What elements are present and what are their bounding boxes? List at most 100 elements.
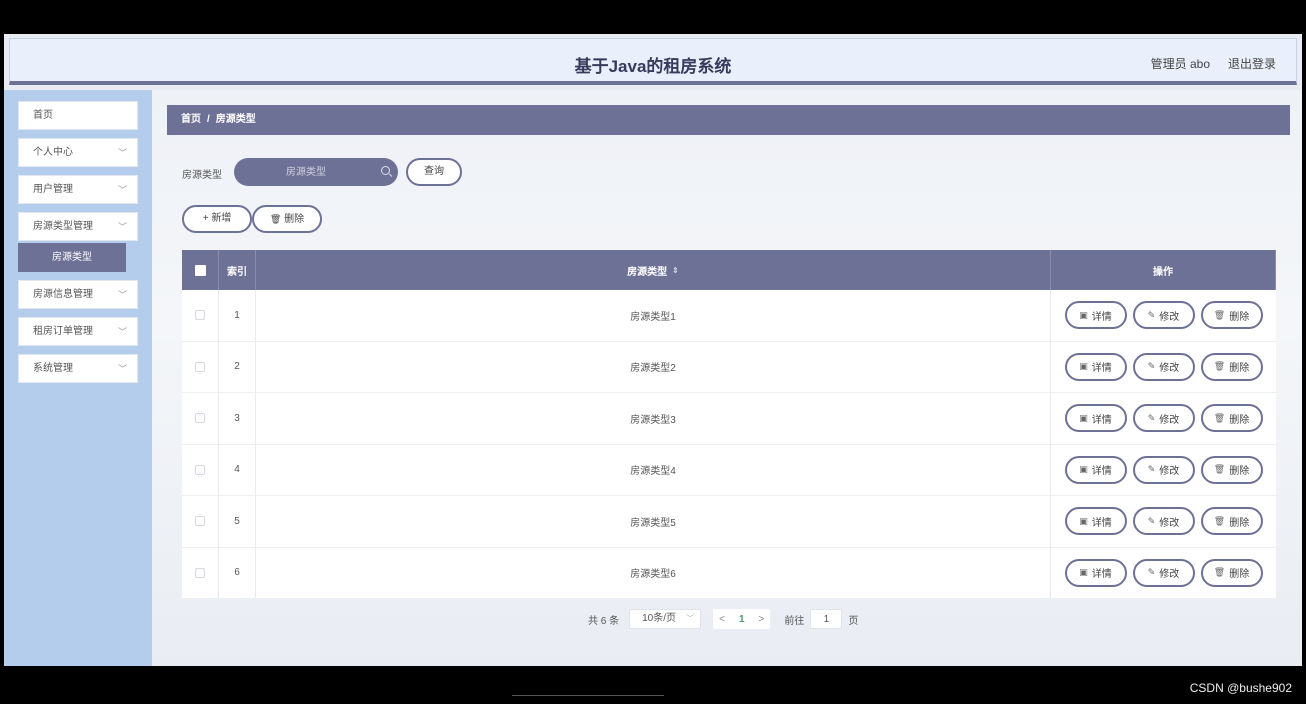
sidebar-item-personal-center[interactable]: 个人中心 ﹀ [18, 138, 138, 167]
edit-button[interactable]: ✎ 修改 [1132, 301, 1195, 330]
select-all-checkbox[interactable] [194, 264, 206, 276]
row-house-type: 房源类型3 [256, 393, 1051, 444]
row-select-cell[interactable] [182, 393, 219, 444]
trash-icon: 🗑 [1213, 361, 1226, 372]
trash-icon: 🗑 [269, 214, 282, 224]
delete-button[interactable]: 🗑 删除 [1200, 301, 1263, 330]
row-checkbox[interactable] [195, 567, 205, 578]
breadcrumb-current: 房源类型 [215, 114, 256, 125]
edit-button[interactable]: ✎ 修改 [1132, 455, 1195, 484]
delete-button[interactable]: 🗑 删除 [1200, 558, 1263, 587]
page-size-select[interactable]: 10条/页 ﹀ [629, 609, 702, 629]
detail-button[interactable]: ▣ 详情 [1064, 352, 1127, 381]
edit-label: 修改 [1159, 517, 1180, 529]
current-user-label: 管理员 abo [1150, 57, 1210, 71]
delete-label: 删除 [1229, 363, 1250, 375]
row-select-cell[interactable] [182, 496, 219, 547]
sidebar-item-label: 租房订单管理 [33, 326, 93, 337]
bulk-delete-button[interactable]: 🗑 删除 [252, 205, 322, 233]
row-select-cell[interactable] [182, 290, 219, 341]
search-icon[interactable] [381, 166, 390, 175]
sidebar-item-house-type-management[interactable]: 房源类型管理 ﹀ [18, 212, 138, 241]
edit-button[interactable]: ✎ 修改 [1132, 404, 1195, 433]
column-header-type[interactable]: 房源类型 ⇕ [256, 250, 1051, 290]
add-button-label: 新增 [211, 213, 232, 224]
detail-button[interactable]: ▣ 详情 [1064, 301, 1127, 330]
edit-button[interactable]: ✎ 修改 [1132, 558, 1195, 587]
detail-button[interactable]: ▣ 详情 [1064, 455, 1127, 484]
delete-button[interactable]: 🗑 删除 [1200, 352, 1263, 381]
delete-button[interactable]: 🗑 删除 [1200, 455, 1263, 484]
pager: < 1 > [713, 609, 771, 629]
row-checkbox[interactable] [195, 516, 205, 527]
chevron-down-icon: ﹀ [117, 364, 127, 374]
row-select-cell[interactable] [182, 547, 219, 598]
app-screen: 基于Java的租房系统 管理员 abo 退出登录 首页 个人中心 ﹀ 用户管理 ﹀ … [4, 34, 1302, 666]
row-actions: ▣ 详情 ✎ 修改 🗑 删除 [1051, 393, 1276, 444]
chevron-down-icon: ﹀ [117, 290, 127, 300]
row-checkbox[interactable] [195, 361, 205, 372]
sidebar-item-house-info-management[interactable]: 房源信息管理 ﹀ [18, 280, 138, 309]
logout-link[interactable]: 退出登录 [1228, 55, 1276, 72]
column-header-ops: 操作 [1051, 250, 1276, 290]
table-body: 1 房源类型1 ▣ 详情 ✎ 修改 🗑 删除 2 房源类型2 ▣ 详情 ✎ 修改 🗑 删除 3 房源类型3 ▣ 详情 ✎… [182, 290, 1276, 599]
sidebar-item-home[interactable]: 首页 [18, 101, 138, 130]
detail-button[interactable]: ▣ 详情 [1064, 558, 1127, 587]
row-actions: ▣ 详情 ✎ 修改 🗑 删除 [1051, 290, 1276, 341]
row-select-cell[interactable] [182, 341, 219, 392]
column-header-index: 索引 [219, 250, 256, 290]
row-checkbox[interactable] [195, 413, 205, 424]
sidebar-item-user-management[interactable]: 用户管理 ﹀ [18, 175, 138, 204]
app-title: 基于Java的租房系统 [574, 57, 732, 76]
row-checkbox[interactable] [195, 310, 205, 321]
trash-icon: 🗑 [1213, 464, 1226, 475]
row-index: 3 [219, 393, 256, 444]
search-box [234, 158, 398, 186]
sidebar: 首页 个人中心 ﹀ 用户管理 ﹀ 房源类型管理 ﹀ 房源类型 房源信息管理 ﹀ 租房订单… [4, 90, 152, 666]
query-button[interactable]: 查询 [406, 158, 462, 186]
breadcrumb-home[interactable]: 首页 [181, 114, 201, 125]
detail-label: 详情 [1091, 466, 1112, 478]
prev-page-button[interactable]: < [719, 614, 725, 625]
sort-icon[interactable]: ⇕ [672, 266, 679, 275]
sidebar-item-label: 房源类型管理 [33, 221, 93, 232]
chevron-down-icon: ﹀ [117, 222, 127, 232]
edit-button[interactable]: ✎ 修改 [1132, 352, 1195, 381]
row-checkbox[interactable] [195, 464, 205, 475]
row-actions: ▣ 详情 ✎ 修改 🗑 删除 [1051, 445, 1276, 496]
detail-button[interactable]: ▣ 详情 [1064, 507, 1127, 536]
sidebar-item-system-management[interactable]: 系统管理 ﹀ [18, 354, 138, 383]
edit-button[interactable]: ✎ 修改 [1132, 507, 1195, 536]
next-page-button[interactable]: > [759, 614, 765, 625]
sidebar-item-label: 首页 [33, 110, 53, 121]
goto-page-unit: 页 [848, 615, 859, 627]
detail-icon: ▣ [1079, 464, 1088, 475]
search-input[interactable] [234, 158, 364, 186]
row-index: 1 [219, 290, 256, 341]
table-row: 4 房源类型4 ▣ 详情 ✎ 修改 🗑 删除 [182, 444, 1276, 496]
sidebar-item-rental-order-management[interactable]: 租房订单管理 ﹀ [18, 317, 138, 346]
table-row: 2 房源类型2 ▣ 详情 ✎ 修改 🗑 删除 [182, 341, 1276, 393]
chevron-down-icon: ﹀ [117, 185, 127, 195]
delete-button[interactable]: 🗑 删除 [1200, 404, 1263, 433]
page-number-current[interactable]: 1 [739, 614, 745, 625]
header-select-all[interactable] [182, 250, 219, 290]
detail-icon: ▣ [1079, 515, 1088, 526]
delete-button[interactable]: 🗑 删除 [1200, 507, 1263, 536]
edit-icon: ✎ [1147, 515, 1156, 526]
table-row: 1 房源类型1 ▣ 详情 ✎ 修改 🗑 删除 [182, 290, 1276, 342]
sidebar-item-label: 系统管理 [33, 363, 73, 374]
add-button[interactable]: + 新增 [182, 205, 252, 233]
goto-page-input[interactable] [810, 609, 843, 629]
table-row: 6 房源类型6 ▣ 详情 ✎ 修改 🗑 删除 [182, 547, 1276, 599]
sidebar-subitem-house-type[interactable]: 房源类型 [18, 243, 126, 272]
detail-button[interactable]: ▣ 详情 [1064, 404, 1127, 433]
chevron-down-icon: ﹀ [117, 327, 127, 337]
pagination-total: 共 6 条 [588, 615, 620, 627]
edit-label: 修改 [1159, 363, 1180, 375]
row-index: 4 [219, 444, 256, 495]
row-select-cell[interactable] [182, 444, 219, 495]
detail-icon: ▣ [1079, 412, 1088, 423]
delete-label: 删除 [1229, 569, 1250, 581]
detail-label: 详情 [1091, 363, 1112, 375]
